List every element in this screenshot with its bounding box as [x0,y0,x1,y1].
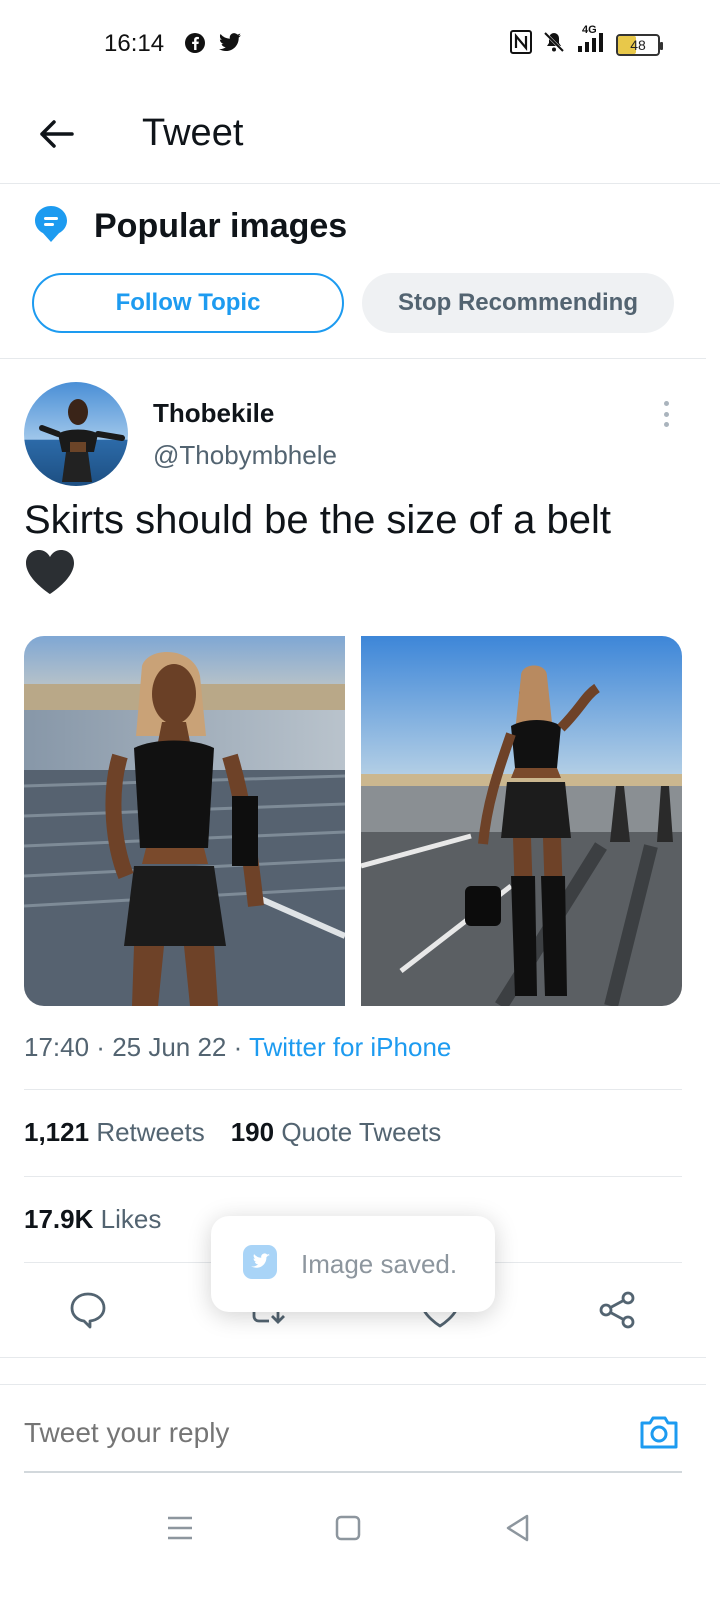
retweets-stat[interactable]: 1,121 Retweets [24,1117,205,1148]
author-handle[interactable]: @Thobymbhele [153,440,337,471]
tweet-date: 25 Jun 22 [112,1032,227,1062]
app-header: Tweet [0,92,720,184]
topic-title: Popular images [94,207,348,245]
system-nav-bar [0,1490,720,1560]
network-label: 4G [582,24,597,36]
signal-icon: 4G [576,24,606,59]
facebook-icon [184,32,206,59]
avatar[interactable] [24,382,128,486]
topic-icon [34,205,68,248]
likes-stat[interactable]: 17.9K Likes [24,1204,161,1235]
menu-icon[interactable] [160,1508,200,1548]
camera-icon[interactable] [636,1409,682,1455]
reply-bar [0,1384,706,1473]
back-nav-icon[interactable] [498,1508,538,1548]
reply-icon[interactable] [62,1284,114,1336]
follow-topic-button[interactable]: Follow Topic [32,273,344,333]
twitter-icon [218,32,242,59]
status-icons: 4G 48 [510,24,663,59]
tweet-time: 17:40 [24,1032,90,1062]
mute-icon [542,30,566,59]
status-time: 16:14 [104,30,165,57]
back-button[interactable] [34,112,78,156]
more-options-icon[interactable] [656,398,676,430]
topic-header: Popular images [34,205,347,248]
home-icon[interactable] [328,1508,368,1548]
tweet-text: Skirts should be the size of a belt [24,498,611,542]
divider [0,1357,706,1358]
black-heart-icon [24,548,76,601]
tweet-meta: 17:40 · 25 Jun 22 · Twitter for iPhone [24,1032,452,1062]
divider [24,1176,682,1177]
arrow-left-icon [40,120,74,148]
toast-text: Image saved. [301,1248,458,1279]
divider [0,358,706,359]
author-name[interactable]: Thobekile [153,398,274,429]
twitter-logo-icon [243,1244,277,1284]
quotes-stat[interactable]: 190 Quote Tweets [231,1117,442,1148]
tweet-source-link[interactable]: Twitter for iPhone [249,1032,451,1062]
battery-icon: 48 [616,33,663,56]
page-title: Tweet [142,112,244,154]
reply-input[interactable] [24,1417,584,1449]
stop-recommending-button[interactable]: Stop Recommending [362,273,674,333]
nfc-icon [510,30,532,59]
tweet-stats: 1,121 Retweets 190 Quote Tweets [24,1117,441,1148]
status-bar: 16:14 4G 48 [0,0,720,92]
tweet-image-2[interactable] [361,636,682,1006]
reply-underline [24,1471,682,1473]
tweet-image-1[interactable] [24,636,345,1006]
divider [24,1089,682,1090]
toast: Image saved. [211,1216,495,1312]
share-icon[interactable] [592,1284,644,1336]
